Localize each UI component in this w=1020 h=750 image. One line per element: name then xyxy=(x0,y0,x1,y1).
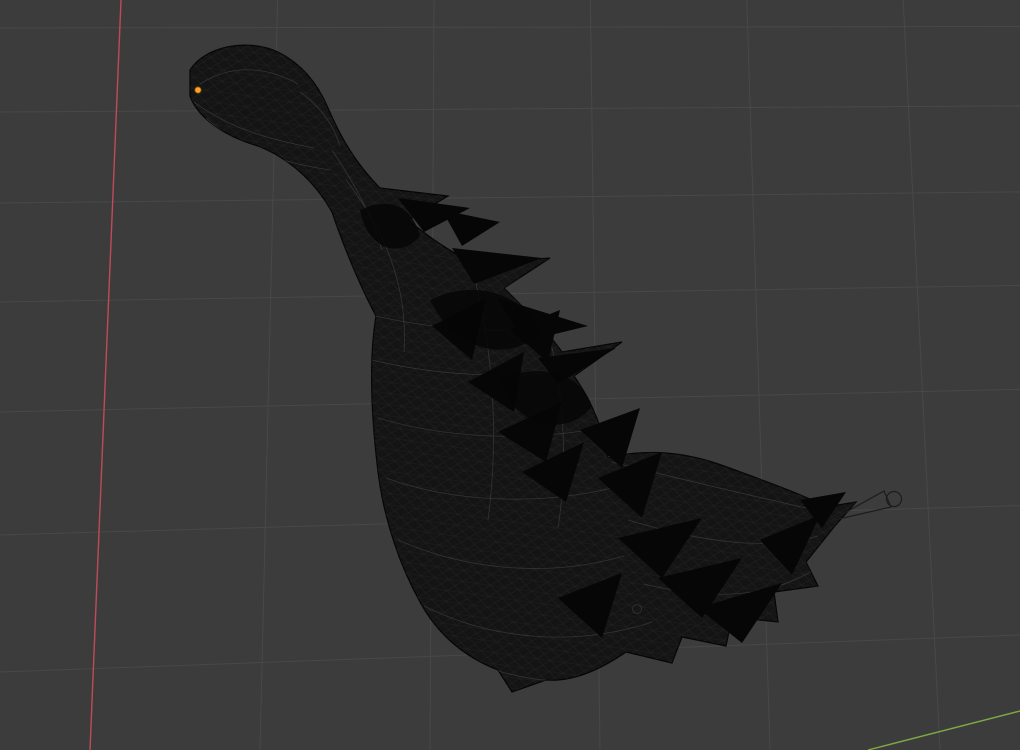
viewport[interactable] xyxy=(0,0,1020,750)
object-origin-point[interactable] xyxy=(194,86,202,94)
viewport-canvas[interactable] xyxy=(0,0,1020,750)
